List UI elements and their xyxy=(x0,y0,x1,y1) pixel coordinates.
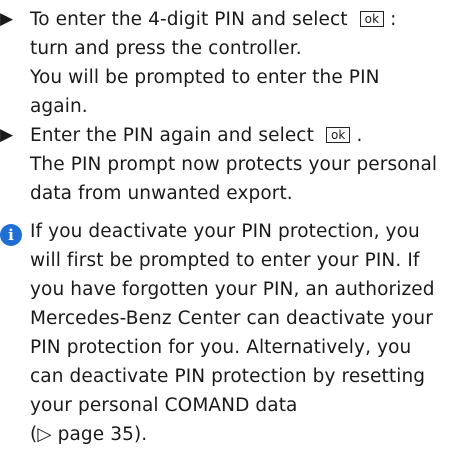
instruction-step-1: ▶ To enter the 4-digit PIN and select ok:… xyxy=(0,5,466,121)
step-2-line-3: data from unwanted export. xyxy=(30,183,293,204)
bullet-triangle-icon: ▶ xyxy=(0,125,14,145)
step-2-text: Enter the PIN again and select ok. The PI… xyxy=(30,121,466,208)
step-2-line-2: The PIN prompt now protects your persona… xyxy=(30,154,438,175)
ok-key-icon: ok xyxy=(359,11,385,27)
note-line-4: Mercedes-Benz Center can deactivate your xyxy=(30,308,433,329)
step-1-line-3: You will be prompted to enter the PIN xyxy=(30,67,380,88)
step-1-line-1: To enter the 4-digit PIN and select ok: xyxy=(30,9,397,30)
instruction-step-2: ▶ Enter the PIN again and select ok. The … xyxy=(0,121,466,208)
step-1-line-4: again. xyxy=(30,96,88,117)
note-line-2: will first be prompted to enter your PIN… xyxy=(30,250,420,271)
manual-page: ▶ To enter the 4-digit PIN and select ok:… xyxy=(0,0,466,470)
step-2-line-1: Enter the PIN again and select ok. xyxy=(30,125,363,146)
note-line-6: can deactivate PIN protection by resetti… xyxy=(30,366,426,387)
page-reference-link[interactable]: (▷ page 35). xyxy=(0,420,466,449)
info-icon: i xyxy=(0,224,22,246)
note-line-1: i If you deactivate your PIN protection, … xyxy=(0,217,466,246)
info-note: i If you deactivate your PIN protection, … xyxy=(0,217,466,449)
note-line-3: you have forgotten your PIN, an authoriz… xyxy=(30,279,435,300)
note-line-5: PIN protection for you. Alternatively, y… xyxy=(30,337,412,358)
bullet-triangle-icon: ▶ xyxy=(0,9,14,29)
step-1-line-2: turn and press the controller. xyxy=(30,38,302,59)
ok-key-icon: ok xyxy=(325,127,351,143)
step-1-text: To enter the 4-digit PIN and select ok: t… xyxy=(30,5,466,121)
note-line-7: your personal COMAND data xyxy=(30,395,298,416)
